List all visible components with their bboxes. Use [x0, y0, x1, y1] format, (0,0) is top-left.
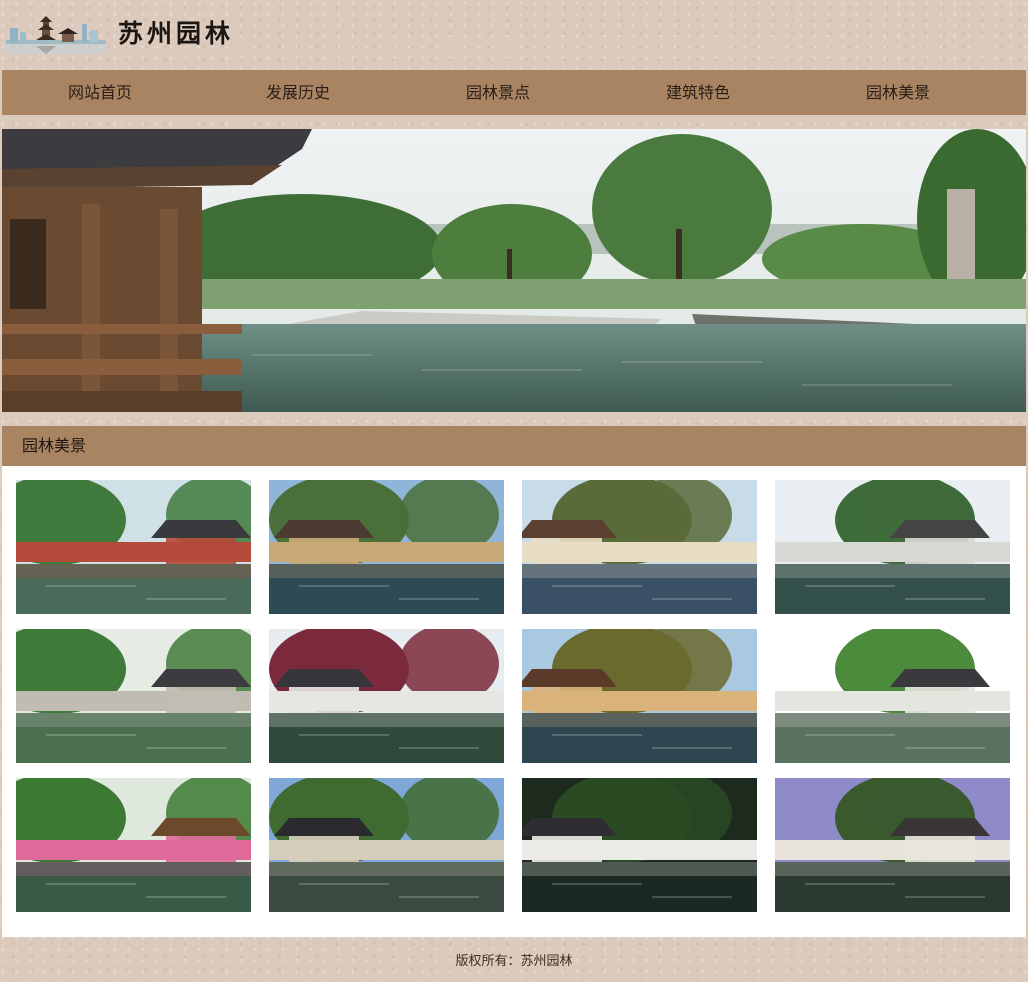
garden-photo[interactable]: [269, 778, 504, 912]
nav-item-architecture[interactable]: 建筑特色: [598, 70, 798, 115]
section-title: 园林美景: [2, 426, 1026, 466]
garden-banner-image: [2, 129, 1026, 412]
garden-photo[interactable]: [522, 629, 757, 763]
site-title: 苏州园林: [118, 19, 235, 48]
nav-item-gallery[interactable]: 园林美景: [798, 70, 998, 115]
garden-photo[interactable]: [16, 480, 251, 614]
main-nav: 网站首页 发展历史 园林景点 建筑特色 园林美景: [2, 70, 1026, 115]
garden-photo[interactable]: [269, 629, 504, 763]
footer-copyright: 版权所有：苏州园林: [455, 954, 573, 969]
nav-item-home[interactable]: 网站首页: [2, 70, 198, 115]
gallery-section: 园林美景: [2, 426, 1026, 937]
nav-item-history[interactable]: 发展历史: [198, 70, 398, 115]
nav-item-scenic-spots[interactable]: 园林景点: [398, 70, 598, 115]
photo-grid: [16, 480, 1010, 912]
garden-photo[interactable]: [269, 480, 504, 614]
site-header: 苏州园林: [0, 0, 1028, 68]
garden-photo[interactable]: [16, 778, 251, 912]
garden-photo[interactable]: [775, 480, 1010, 614]
garden-photo[interactable]: [775, 629, 1010, 763]
garden-photo[interactable]: [16, 629, 251, 763]
suzhou-skyline-logo-icon[interactable]: [6, 10, 106, 58]
garden-photo[interactable]: [522, 480, 757, 614]
garden-photo[interactable]: [522, 778, 757, 912]
garden-photo[interactable]: [775, 778, 1010, 912]
